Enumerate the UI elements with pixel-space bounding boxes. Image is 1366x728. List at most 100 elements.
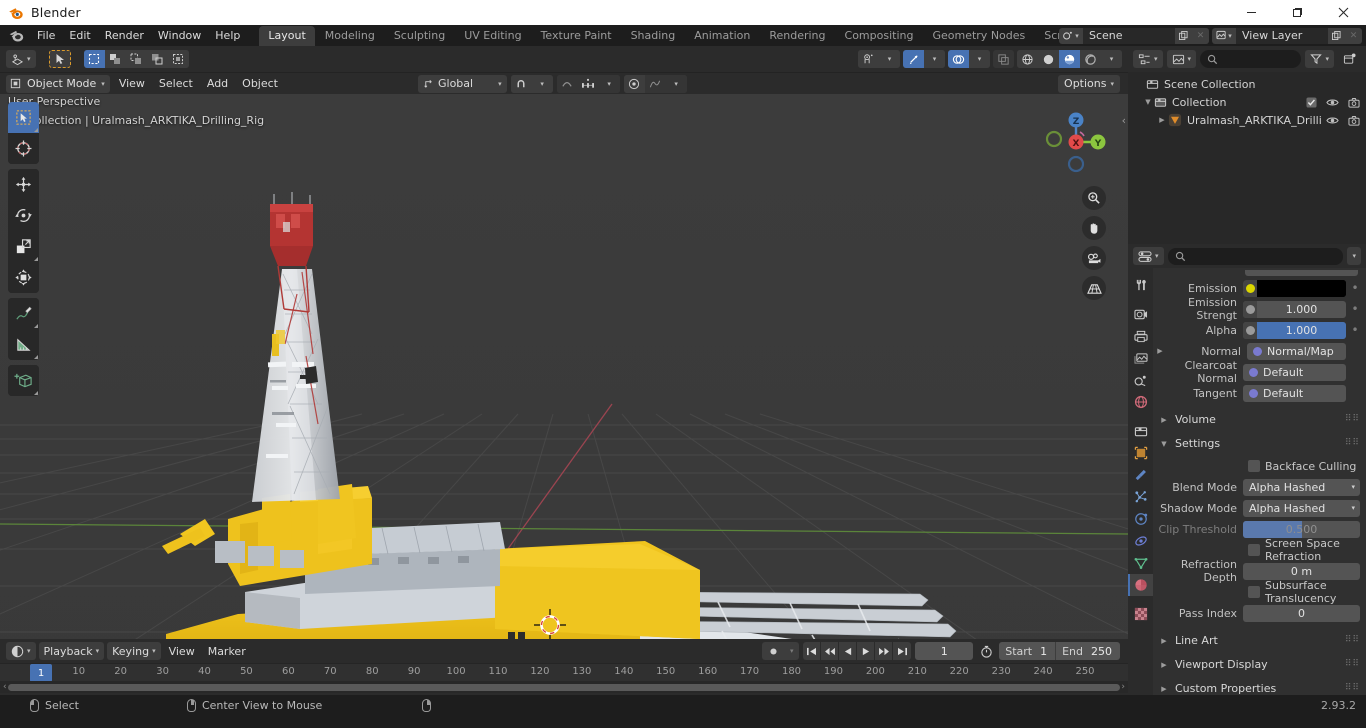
workspace-tab-shading[interactable]: Shading — [621, 25, 685, 46]
show-gizmo-icon[interactable] — [903, 50, 924, 68]
select-extend-icon[interactable] — [104, 50, 126, 68]
clearcoat-normal-field[interactable]: Default — [1243, 363, 1346, 381]
emission-strength-field[interactable]: 1.000 — [1243, 300, 1346, 318]
select-intersect-icon[interactable] — [167, 50, 189, 68]
collection-hide-in-viewport-icon[interactable] — [1326, 97, 1339, 108]
gizmo-dropdown[interactable]: ▾ — [924, 50, 945, 68]
transform-tool[interactable] — [8, 262, 39, 293]
use-preview-range-icon[interactable] — [977, 642, 995, 660]
scale-tool[interactable] — [8, 231, 39, 262]
previous-keyframe-button[interactable] — [821, 642, 840, 660]
menu-window[interactable]: Window — [151, 27, 208, 44]
close-button[interactable] — [1320, 0, 1366, 25]
particles-tab[interactable] — [1128, 486, 1153, 508]
viewport-options-button[interactable]: Options ▾ — [1058, 74, 1120, 93]
material-preview-shading-icon[interactable] — [1059, 50, 1080, 68]
menu-edit[interactable]: Edit — [62, 27, 97, 44]
unlink-scene-button[interactable]: ✕ — [1192, 27, 1209, 44]
material-tab[interactable] — [1128, 574, 1153, 596]
annotate-tool[interactable] — [8, 298, 39, 329]
timeline-editor-type-icon[interactable]: ▾ — [6, 642, 36, 660]
jump-to-start-button[interactable] — [803, 642, 822, 660]
physics-tab[interactable] — [1128, 508, 1153, 530]
object-visibility-icon[interactable] — [858, 50, 879, 68]
normal-disclosure-triangle[interactable]: ▶ — [1153, 347, 1167, 355]
proportional-falloff-icon[interactable] — [623, 74, 645, 93]
workspace-tab-texture-paint[interactable]: Texture Paint — [531, 25, 621, 46]
outliner-search-input[interactable] — [1200, 50, 1302, 68]
scene-selector[interactable]: ▾ Scene ✕ — [1059, 27, 1209, 44]
interaction-mode-selector[interactable]: Object Mode ▾ — [6, 74, 110, 93]
editor-type-selector[interactable]: ▾ — [6, 50, 36, 68]
menu-file[interactable]: File — [30, 27, 62, 44]
output-tab[interactable] — [1128, 325, 1153, 347]
custom-properties-panel-header[interactable]: ▶ Custom Properties ⠿⠿ — [1153, 678, 1366, 695]
object-disable-in-renders-icon[interactable] — [1348, 115, 1360, 126]
maximize-button[interactable] — [1274, 0, 1320, 25]
minimize-button[interactable] — [1228, 0, 1274, 25]
auto-keying-dropdown[interactable]: ▾ — [784, 642, 799, 660]
workspace-tab-sculpting[interactable]: Sculpting — [384, 25, 455, 46]
shading-dropdown[interactable]: ▾ — [1101, 50, 1122, 68]
viewport-display-panel-grip[interactable]: ⠿⠿ — [1345, 660, 1360, 669]
tool-tab[interactable] — [1128, 274, 1153, 296]
toggle-xray-icon[interactable] — [993, 50, 1014, 68]
frame-range-fields[interactable]: Start 1 End 250 — [999, 642, 1120, 660]
line-art-panel-grip[interactable]: ⠿⠿ — [1345, 636, 1360, 645]
wireframe-shading-icon[interactable] — [1017, 50, 1038, 68]
proportional-edit-icon[interactable] — [556, 74, 578, 93]
play-reverse-button[interactable] — [839, 642, 858, 660]
object-hide-in-viewport-icon[interactable] — [1326, 115, 1339, 126]
scroll-right-arrow[interactable]: › — [1120, 682, 1126, 692]
workspace-tab-compositing[interactable]: Compositing — [835, 25, 923, 46]
record-icon[interactable] — [762, 642, 784, 660]
object-tab[interactable] — [1128, 442, 1153, 464]
backface-culling-checkbox[interactable] — [1248, 460, 1260, 472]
navigation-gizmo[interactable]: Z Y X — [1040, 106, 1112, 178]
rendered-shading-icon[interactable] — [1080, 50, 1101, 68]
alpha-animate-dot[interactable]: • — [1350, 323, 1360, 337]
select-subtract-icon[interactable] — [125, 50, 147, 68]
collection-disable-in-renders-icon[interactable] — [1348, 97, 1360, 108]
viewlayer-selector[interactable]: ▾ View Layer ✕ — [1212, 27, 1362, 44]
current-frame-field[interactable]: 1 — [915, 642, 974, 660]
transform-orientation-selector[interactable]: Global ▾ — [418, 74, 507, 93]
world-tab[interactable] — [1128, 391, 1153, 413]
outliner-row-scene-collection[interactable]: Scene Collection — [1128, 75, 1366, 93]
data-tab[interactable] — [1128, 552, 1153, 574]
tangent-field[interactable]: Default — [1243, 384, 1346, 402]
select-difference-icon[interactable] — [146, 50, 168, 68]
rotate-tool[interactable] — [8, 200, 39, 231]
add-cube-tool[interactable] — [8, 365, 39, 396]
zoom-icon[interactable] — [1082, 186, 1106, 210]
emission-strength-animate-dot[interactable]: • — [1350, 302, 1360, 316]
perspective-grid-icon[interactable] — [1082, 276, 1106, 300]
timeline-menu-playback[interactable]: Playback ▾ — [38, 642, 105, 660]
volume-panel-header[interactable]: ▶ Volume ⠿⠿ — [1153, 409, 1366, 430]
show-overlays-icon[interactable] — [948, 50, 969, 68]
workspace-tab-geometry-nodes[interactable]: Geometry Nodes — [923, 25, 1035, 46]
view-layer-tab[interactable] — [1128, 347, 1153, 369]
outliner-display-mode[interactable]: ▾ — [1166, 50, 1197, 68]
scroll-left-arrow[interactable]: ‹ — [2, 682, 8, 692]
emission-color-field[interactable] — [1243, 279, 1346, 297]
normal-field[interactable]: Normal/Map — [1247, 342, 1346, 360]
pan-hand-icon[interactable] — [1082, 216, 1106, 240]
new-viewlayer-button[interactable] — [1328, 27, 1345, 44]
workspace-tab-layout[interactable]: Layout — [259, 25, 315, 46]
new-scene-button[interactable] — [1175, 27, 1192, 44]
menu-help[interactable]: Help — [208, 27, 247, 44]
falloff-dropdown[interactable]: ▾ — [665, 74, 687, 93]
timeline-menu-keying[interactable]: Keying ▾ — [107, 642, 161, 660]
line-art-panel-header[interactable]: ▶ Line Art ⠿⠿ — [1153, 630, 1366, 651]
mesh-proportional-icon[interactable] — [577, 74, 599, 93]
solid-shading-icon[interactable] — [1038, 50, 1059, 68]
collection-disclosure-triangle[interactable]: ▼ — [1142, 98, 1154, 106]
snap-magnet-icon[interactable] — [510, 74, 532, 93]
blend-mode-dropdown[interactable]: Alpha Hashed ▾ — [1243, 478, 1360, 496]
clip-threshold-slider[interactable]: 0.500 — [1243, 520, 1360, 538]
next-keyframe-button[interactable] — [875, 642, 894, 660]
refraction-depth-field[interactable]: 0 m — [1243, 562, 1360, 580]
scene-tab[interactable] — [1128, 369, 1153, 391]
cursor-tool[interactable] — [8, 133, 39, 164]
